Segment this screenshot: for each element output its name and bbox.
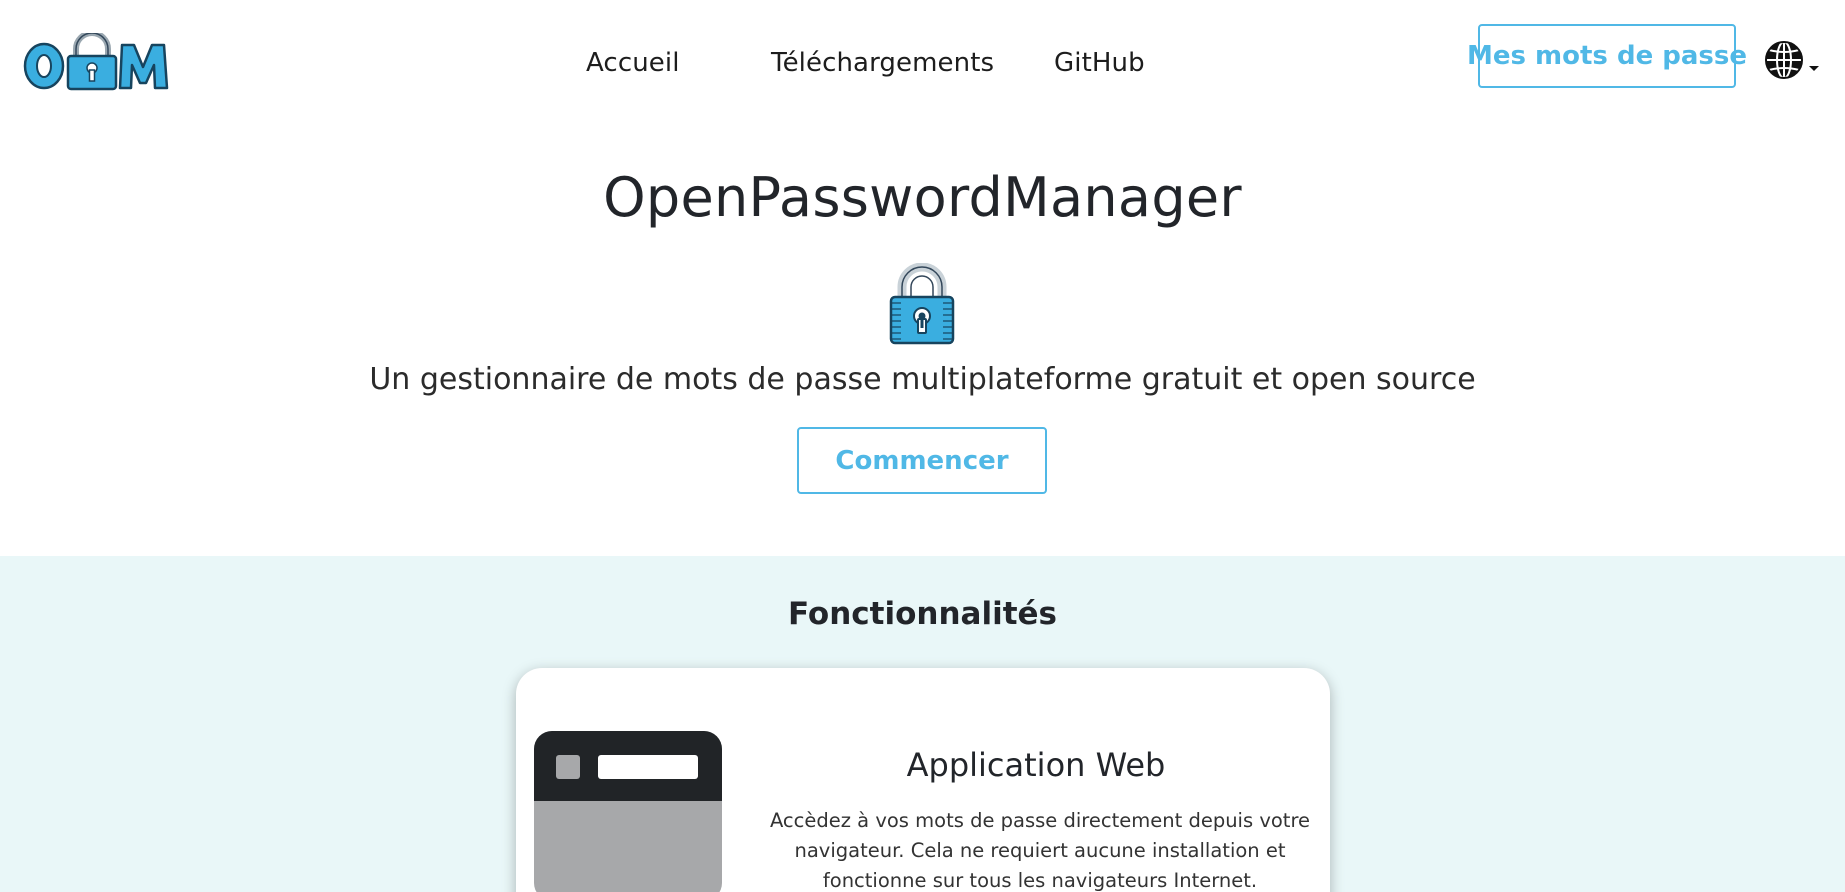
globe-icon [1765,41,1819,79]
features-title: Fonctionnalités [787,596,1057,632]
feature-card-web-app: Application Web Accèdez à vos mots de pa… [516,668,1330,892]
language-selector[interactable] [1764,38,1822,82]
features-section: Fonctionnalités Application Web Accèdez … [0,556,1845,892]
nav-link-github[interactable]: GitHub [1054,48,1145,78]
logo-icon[interactable] [22,30,170,91]
chevron-down-icon [1809,66,1819,71]
nav-link-telechargements[interactable]: Téléchargements [771,48,994,78]
nav-link-accueil[interactable]: Accueil [586,48,680,78]
padlock-icon [888,262,956,345]
page-subtitle: Un gestionnaire de mots de passe multipl… [369,362,1476,397]
feature-card-text: Accèdez à vos mots de passe directement … [769,809,1311,892]
browser-window-icon [534,731,722,892]
site-header: Accueil Téléchargements GitHub Mes mots … [0,0,1845,125]
feature-card-title: Application Web [906,746,1166,784]
my-passwords-button[interactable]: Mes mots de passe [1467,24,1747,88]
start-button[interactable]: Commencer [797,427,1047,494]
page-title: OpenPasswordManager [603,166,1242,229]
